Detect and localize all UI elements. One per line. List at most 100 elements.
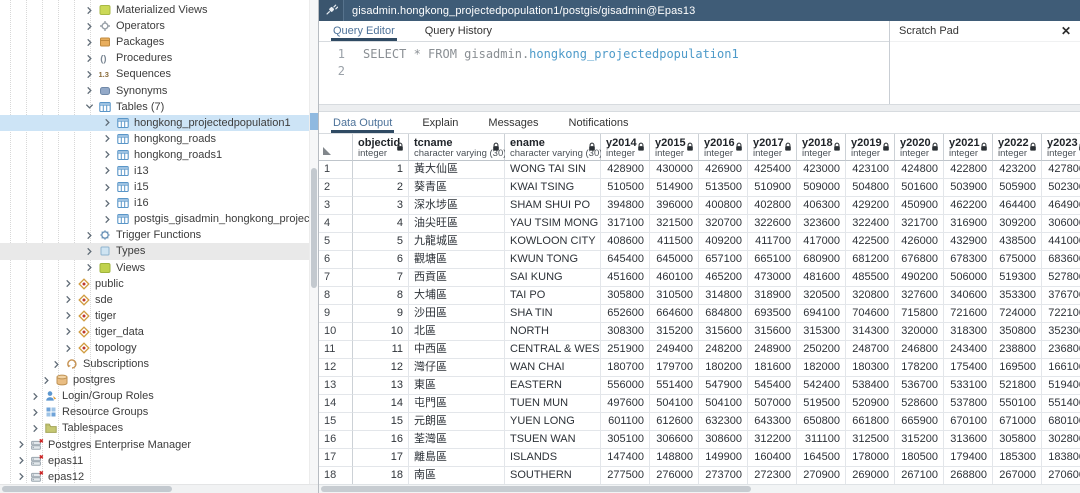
data-cell[interactable]: 164500 (797, 449, 846, 467)
data-cell[interactable]: 317100 (601, 215, 650, 233)
data-cell[interactable]: 402800 (748, 197, 797, 215)
chevron-right-icon[interactable] (84, 53, 95, 63)
data-cell[interactable]: 520900 (846, 395, 895, 413)
row-number-cell[interactable]: 18 (319, 467, 353, 485)
data-cell[interactable]: 665100 (748, 251, 797, 269)
column-header-y2019[interactable]: y2019integer (846, 134, 895, 161)
data-cell[interactable]: 5 (353, 233, 409, 251)
data-cell[interactable]: 321500 (650, 215, 699, 233)
data-cell[interactable]: 438500 (993, 233, 1042, 251)
data-cell[interactable]: 722100 (1042, 305, 1080, 323)
data-cell[interactable]: 490200 (895, 269, 944, 287)
data-cell[interactable]: 西貢區 (409, 269, 505, 287)
data-cell[interactable]: 315600 (748, 323, 797, 341)
data-cell[interactable]: 425400 (748, 161, 797, 179)
data-cell[interactable]: 248900 (748, 341, 797, 359)
data-cell[interactable]: SHAM SHUI PO (505, 197, 601, 215)
data-cell[interactable]: 429200 (846, 197, 895, 215)
data-cell[interactable]: 513500 (699, 179, 748, 197)
data-cell[interactable]: 12 (353, 359, 409, 377)
tree-item-postgres-enterprise-manager[interactable]: Postgres Enterprise Manager (0, 437, 318, 453)
data-cell[interactable]: 693500 (748, 305, 797, 323)
data-cell[interactable]: 350800 (993, 323, 1042, 341)
data-cell[interactable]: 400800 (699, 197, 748, 215)
data-cell[interactable]: TSUEN WAN (505, 431, 601, 449)
data-cell[interactable]: 394800 (601, 197, 650, 215)
data-cell[interactable]: 426900 (699, 161, 748, 179)
data-cell[interactable]: 430000 (650, 161, 699, 179)
row-number-cell[interactable]: 12 (319, 359, 353, 377)
column-header-y2017[interactable]: y2017integer (748, 134, 797, 161)
data-cell[interactable]: NORTH (505, 323, 601, 341)
data-cell[interactable]: 178000 (846, 449, 895, 467)
data-cell[interactable]: 422800 (944, 161, 993, 179)
data-cell[interactable]: 18 (353, 467, 409, 485)
data-cell[interactable]: 273700 (699, 467, 748, 485)
data-cell[interactable]: 340600 (944, 287, 993, 305)
tree-item-i16[interactable]: i16 (0, 195, 318, 211)
tree-item-views[interactable]: Views (0, 260, 318, 276)
tree-item-types[interactable]: Types (0, 243, 318, 259)
data-cell[interactable]: 422500 (846, 233, 895, 251)
chevron-right-icon[interactable] (16, 472, 27, 482)
chevron-right-icon[interactable] (84, 5, 95, 15)
tree-item-topology[interactable]: topology (0, 340, 318, 356)
data-cell[interactable]: 408600 (601, 233, 650, 251)
data-cell[interactable]: 676800 (895, 251, 944, 269)
data-cell[interactable]: 504100 (650, 395, 699, 413)
data-cell[interactable]: 460100 (650, 269, 699, 287)
data-cell[interactable]: 中西區 (409, 341, 505, 359)
data-cell[interactable]: 147400 (601, 449, 650, 467)
grid-horizontal-scrollbar[interactable] (319, 484, 1080, 493)
tree-item-tablespaces[interactable]: Tablespaces (0, 420, 318, 436)
data-cell[interactable]: 417000 (797, 233, 846, 251)
row-number-cell[interactable]: 14 (319, 395, 353, 413)
data-cell[interactable]: 645400 (601, 251, 650, 269)
chevron-right-icon[interactable] (63, 311, 74, 321)
row-number-cell[interactable]: 1 (319, 161, 353, 179)
chevron-right-icon[interactable] (102, 166, 113, 176)
chevron-right-icon[interactable] (63, 327, 74, 337)
data-cell[interactable]: 556000 (601, 377, 650, 395)
data-cell[interactable]: 166100 (1042, 359, 1080, 377)
data-cell[interactable]: 684800 (699, 305, 748, 323)
data-cell[interactable]: 251900 (601, 341, 650, 359)
data-cell[interactable]: 320800 (846, 287, 895, 305)
data-cell[interactable]: 323600 (797, 215, 846, 233)
data-cell[interactable]: SAI KUNG (505, 269, 601, 287)
data-cell[interactable]: 236800 (1042, 341, 1080, 359)
grid-select-all-corner[interactable] (319, 134, 353, 161)
tree-item-hongkong-roads[interactable]: hongkong_roads (0, 131, 318, 147)
data-cell[interactable]: 272300 (748, 467, 797, 485)
data-cell[interactable]: 182000 (797, 359, 846, 377)
tree-item-resource-groups[interactable]: Resource Groups (0, 404, 318, 420)
data-cell[interactable]: KOWLOON CITY (505, 233, 601, 251)
data-cell[interactable]: 715800 (895, 305, 944, 323)
data-cell[interactable]: 352300 (1042, 323, 1080, 341)
data-cell[interactable]: 1 (353, 161, 409, 179)
data-cell[interactable]: 308600 (699, 431, 748, 449)
data-cell[interactable]: 灣仔區 (409, 359, 505, 377)
chevron-right-icon[interactable] (41, 375, 52, 385)
data-cell[interactable]: 423100 (846, 161, 895, 179)
data-cell[interactable]: 678300 (944, 251, 993, 269)
data-cell[interactable]: 536700 (895, 377, 944, 395)
data-cell[interactable]: 306600 (650, 431, 699, 449)
data-cell[interactable]: 501600 (895, 179, 944, 197)
data-cell[interactable]: 657100 (699, 251, 748, 269)
tree-horizontal-scrollbar[interactable] (0, 484, 318, 493)
data-cell[interactable]: 683600 (1042, 251, 1080, 269)
data-cell[interactable]: 547900 (699, 377, 748, 395)
data-cell[interactable]: EASTERN (505, 377, 601, 395)
connection-status-button[interactable] (319, 0, 344, 21)
chevron-right-icon[interactable] (63, 279, 74, 289)
data-cell[interactable]: 315200 (650, 323, 699, 341)
data-cell[interactable]: 14 (353, 395, 409, 413)
column-header-y2015[interactable]: y2015integer (650, 134, 699, 161)
data-cell[interactable]: 267100 (895, 467, 944, 485)
data-cell[interactable]: 3 (353, 197, 409, 215)
data-cell[interactable]: 320700 (699, 215, 748, 233)
chevron-right-icon[interactable] (30, 423, 41, 433)
data-cell[interactable]: 268800 (944, 467, 993, 485)
tree-vertical-scrollbar-thumb[interactable] (311, 168, 317, 288)
